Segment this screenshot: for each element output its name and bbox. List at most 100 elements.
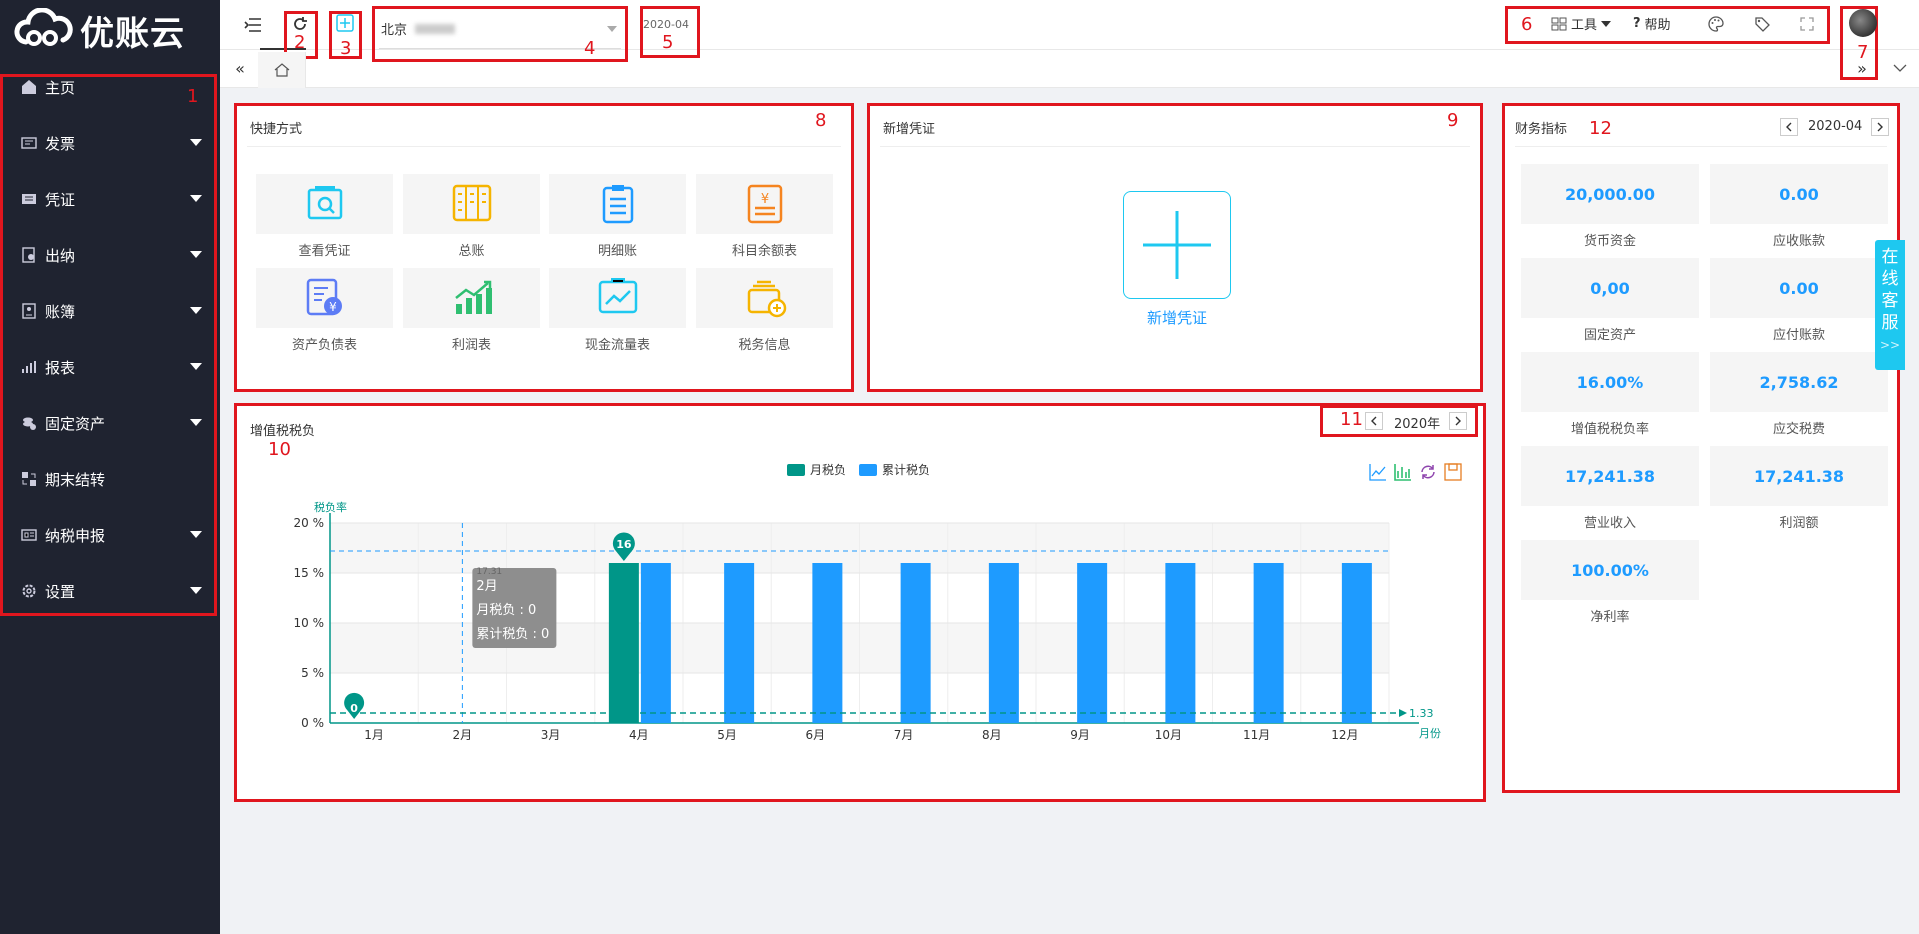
- grid-icon: [1551, 17, 1567, 30]
- tooltip-line: 月税负 : 0: [476, 603, 536, 618]
- period-display[interactable]: 2020-04: [643, 18, 689, 31]
- bar-cumulative: [812, 563, 843, 723]
- sidebar-item-report[interactable]: 报表: [3, 347, 214, 387]
- shortcut-profit-chart[interactable]: 利润表: [403, 268, 540, 353]
- bar-monthly: [608, 563, 639, 723]
- line-chart-icon[interactable]: [1369, 463, 1387, 481]
- shortcut-cash-flow[interactable]: 现金流量表: [549, 268, 686, 353]
- annotation-5: 5: [662, 32, 674, 53]
- prev-year-button[interactable]: [1365, 412, 1383, 430]
- sidebar-item-home[interactable]: 主页: [3, 67, 214, 107]
- kpi-value: 20,000.00: [1521, 164, 1699, 224]
- tab-home[interactable]: [258, 52, 306, 88]
- kpi-label: 应交税费: [1772, 422, 1825, 437]
- kpi-label: 营业收入: [1583, 516, 1636, 531]
- detail-ledger-icon: [549, 174, 686, 234]
- bar-chart-icon[interactable]: [1394, 463, 1412, 481]
- caret-down-icon: [190, 419, 202, 426]
- y-tick-label: 15 %: [294, 566, 325, 580]
- y-axis-label: 税负率: [314, 500, 347, 514]
- shortcut-assets-liabilities[interactable]: ¥ 资产负债表: [256, 268, 393, 353]
- save-image-icon[interactable]: [1444, 463, 1462, 481]
- sidebar-item-period-end[interactable]: 期末结转: [3, 459, 214, 499]
- chevron-down-icon[interactable]: [1890, 60, 1910, 76]
- bar-cumulative: [640, 563, 671, 723]
- vat-chart: 0 % 5 % 10 % 15 % 20 % 税负率月份 1月 2月 3月 4月 5月 6月 7月 8月 9…: [294, 500, 1442, 742]
- palette-icon[interactable]: [1706, 14, 1726, 34]
- invoice-icon: [21, 135, 37, 151]
- annotation-2: 2: [294, 32, 306, 53]
- kpi-value: 17,241.38: [1521, 446, 1699, 506]
- bar-cumulative: [1077, 563, 1108, 723]
- divider: [880, 146, 1470, 147]
- shortcut-view-voucher[interactable]: 查看凭证: [256, 174, 393, 259]
- sidebar-item-label: 出纳: [45, 246, 76, 265]
- avg-markline-label: 1.33: [1409, 707, 1434, 720]
- sidebar-item-settings[interactable]: 设置: [3, 571, 214, 611]
- help-button[interactable]: ? 帮助: [1633, 14, 1671, 33]
- shortcut-general-ledger[interactable]: 总账: [403, 174, 540, 259]
- sidebar-item-voucher[interactable]: 凭证: [3, 179, 214, 219]
- collapse-menu-icon[interactable]: [242, 14, 264, 36]
- sidebar-item-label: 期末结转: [45, 470, 106, 489]
- sidebar-item-cashier[interactable]: 出纳: [3, 235, 214, 275]
- next-period-button[interactable]: [1871, 118, 1889, 136]
- online-service-button[interactable]: 在线客服 >>: [1875, 240, 1905, 370]
- sidebar-item-ledger[interactable]: 账簿: [3, 291, 214, 331]
- shortcut-tax-info[interactable]: 税务信息: [696, 268, 833, 353]
- service-char: 服: [1881, 313, 1899, 333]
- bar-cumulative: [988, 563, 1019, 723]
- sidebar-menu: 主页 发票 凭证 出纳 账簿 报表 固定资产 期末结转 纳税申报 设置: [0, 74, 217, 616]
- x-tick-label: 9月: [1070, 728, 1090, 742]
- scroll-left-icon[interactable]: «: [230, 59, 250, 78]
- new-voucher-panel: 新增凭证 9 新增凭证: [867, 103, 1483, 392]
- tooltip-title: 2月: [476, 579, 497, 594]
- voucher-icon: [21, 191, 37, 207]
- shortcut-detail-ledger[interactable]: 明细账: [549, 174, 686, 259]
- kpi-value: 0.00: [1710, 258, 1888, 318]
- scroll-right-icon[interactable]: »: [1852, 59, 1872, 78]
- home-icon: [274, 63, 289, 77]
- sidebar-item-fixed-assets[interactable]: 固定资产: [3, 403, 214, 443]
- prev-period-button[interactable]: [1780, 118, 1798, 136]
- avatar[interactable]: [1849, 9, 1877, 37]
- tag-icon[interactable]: [1752, 14, 1772, 34]
- balance-sheet-icon: ¥: [696, 174, 833, 234]
- tooltip-line: 累计税负 : 0: [476, 627, 549, 642]
- kpi-value: 17,241.38: [1710, 446, 1888, 506]
- next-year-button[interactable]: [1449, 412, 1467, 430]
- question-icon: ?: [1633, 16, 1641, 31]
- plus-icon: [1143, 211, 1211, 279]
- annotation-6: 6: [1521, 14, 1533, 35]
- annotation-8: 8: [815, 110, 827, 131]
- bar-cumulative: [900, 563, 931, 723]
- add-company-icon[interactable]: [334, 12, 356, 34]
- legend-monthly[interactable]: 月税负: [787, 461, 846, 478]
- kpi-card: 100.00% 净利率: [1521, 540, 1699, 625]
- shortcut-balance-sheet[interactable]: ¥ 科目余额表: [696, 174, 833, 259]
- y-tick-label: 20 %: [294, 516, 325, 530]
- fullscreen-icon[interactable]: [1797, 14, 1817, 34]
- finance-panel: 财务指标 12 2020-04 20,000.00 货币资金 0.00 应收账款 0,0…: [1502, 103, 1900, 793]
- new-voucher-label[interactable]: 新增凭证: [1123, 307, 1231, 328]
- legend-swatch: [787, 463, 805, 476]
- y-tick-label: 0 %: [301, 716, 324, 730]
- chevron-down-icon: [607, 26, 617, 32]
- x-tick-label: 6月: [806, 728, 826, 742]
- help-label: 帮助: [1644, 18, 1671, 33]
- shortcut-label: 税务信息: [738, 338, 791, 353]
- sidebar-item-tax-filing[interactable]: 纳税申报: [3, 515, 214, 555]
- legend-cumulative[interactable]: 累计税负: [859, 461, 930, 478]
- annotation-11: 11: [1340, 409, 1363, 430]
- divider: [247, 146, 841, 147]
- x-tick-label: 5月: [717, 728, 737, 742]
- caret-down-icon: [190, 307, 202, 314]
- new-voucher-button[interactable]: [1123, 191, 1231, 299]
- svg-text:¥: ¥: [329, 300, 337, 314]
- tax-info-icon: [696, 268, 833, 328]
- sidebar-item-label: 纳税申报: [45, 526, 106, 545]
- tools-menu[interactable]: 工具: [1551, 14, 1612, 33]
- sidebar-item-invoice[interactable]: 发票: [3, 123, 214, 163]
- assets-liabilities-icon: ¥: [256, 268, 393, 328]
- restore-icon[interactable]: [1419, 463, 1437, 481]
